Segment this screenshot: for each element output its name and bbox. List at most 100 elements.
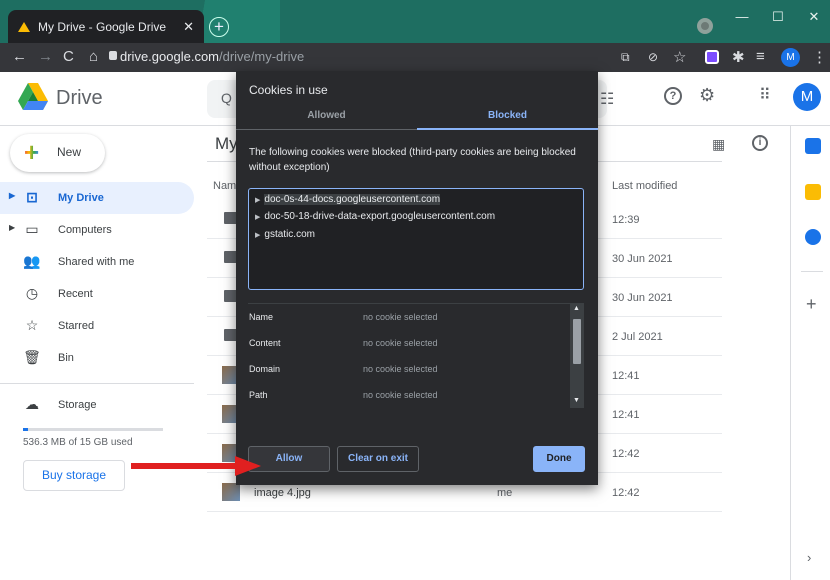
url-host: drive.google.com — [120, 49, 219, 64]
drive-logo-icon[interactable] — [18, 83, 48, 110]
tab-title: My Drive - Google Drive — [38, 19, 167, 34]
apps-grid-icon[interactable]: ⠿ — [759, 85, 771, 105]
cookie-blocked-icon[interactable]: ⊘ — [648, 50, 658, 64]
cookie-domain-item[interactable]: ▶ doc-50-18-drive-data-export.googleuserc… — [255, 211, 495, 222]
annotation-arrow — [131, 456, 261, 476]
done-button[interactable]: Done — [533, 446, 585, 472]
sidebar-item-label: Shared with me — [58, 256, 135, 268]
expand-arrow-icon[interactable]: ▶ — [9, 191, 15, 200]
clear-on-exit-button[interactable]: Clear on exit — [337, 446, 419, 472]
scroll-down-icon[interactable]: ▼ — [573, 397, 580, 404]
sidebar-item-storage[interactable]: ☁ Storage — [0, 389, 194, 421]
settings-gear-icon[interactable]: ⚙ — [699, 85, 715, 106]
side-panel-divider — [801, 271, 823, 272]
install-icon[interactable]: ⧉ — [621, 50, 630, 65]
chevron-right-icon[interactable]: › — [807, 550, 811, 565]
expand-triangle-icon[interactable]: ▶ — [255, 232, 260, 239]
file-modified: 12:42 — [612, 487, 640, 499]
image-thumbnail — [222, 483, 240, 501]
sidebar-item-label: Starred — [58, 320, 95, 332]
scrollbar-thumb[interactable] — [573, 319, 581, 364]
properties-scrollbar[interactable]: ▲ ▼ — [570, 304, 584, 408]
sidebar-item-label: Bin — [58, 352, 74, 364]
maximize-icon[interactable]: ☐ — [760, 6, 796, 28]
domain-label: gstatic.com — [264, 229, 315, 240]
drive-brand: Drive — [56, 87, 103, 109]
column-modified-header[interactable]: Last modified — [612, 180, 677, 192]
tab-blocked[interactable]: Blocked — [417, 102, 598, 130]
minimize-icon[interactable]: — — [724, 6, 760, 28]
tab-allowed[interactable]: Allowed — [236, 102, 417, 130]
menu-icon[interactable]: ⋮ — [812, 48, 827, 66]
property-value: no cookie selected — [363, 312, 438, 322]
account-avatar[interactable]: M — [793, 83, 821, 111]
sidebar-item-label: Computers — [58, 224, 112, 236]
sidebar-item-computers[interactable]: ▶ ▭ Computers — [0, 214, 194, 246]
page-title: My — [215, 134, 238, 153]
bookmark-star-icon[interactable]: ☆ — [673, 48, 686, 66]
lock-icon[interactable] — [109, 51, 117, 60]
grid-view-icon[interactable]: ▦ — [712, 136, 725, 153]
column-name-header[interactable]: Nam — [213, 180, 236, 192]
sidebar-item-bin[interactable]: 🗑 Bin — [0, 342, 194, 374]
sidebar-item-recent[interactable]: ◷ Recent — [0, 278, 194, 310]
close-tab-icon[interactable]: ✕ — [183, 19, 194, 35]
info-icon[interactable]: i — [752, 135, 768, 151]
address-bar[interactable]: drive.google.com/drive/my-drive — [120, 49, 304, 64]
back-icon[interactable]: ← — [12, 48, 27, 65]
plus-icon: + — [24, 137, 40, 167]
cookie-domain-item[interactable]: ▶ doc-0s-44-docs.googleusercontent.com — [255, 194, 441, 205]
new-button-label: New — [57, 145, 82, 159]
sidebar-item-starred[interactable]: ☆ Starred — [0, 310, 194, 342]
reload-icon[interactable]: C — [63, 48, 74, 65]
url-path: /drive/my-drive — [219, 49, 305, 64]
help-icon[interactable]: ? — [664, 87, 682, 105]
star-icon: ☆ — [25, 317, 39, 333]
extension-icon[interactable] — [705, 50, 719, 64]
dialog-description: The following cookies were blocked (thir… — [249, 147, 576, 173]
tasks-icon[interactable] — [805, 229, 821, 245]
cookie-domain-item[interactable]: ▶ gstatic.com — [255, 229, 315, 240]
clock-icon: ◷ — [25, 285, 39, 301]
sidebar-divider — [0, 383, 194, 384]
scroll-up-icon[interactable]: ▲ — [573, 305, 580, 312]
expand-triangle-icon[interactable]: ▶ — [255, 197, 260, 204]
browser-toolbar: ← → C ⌂ drive.google.com/drive/my-drive … — [0, 43, 830, 72]
expand-triangle-icon[interactable]: ▶ — [255, 214, 260, 221]
file-owner: me — [497, 487, 513, 499]
sidebar-item-my-drive[interactable]: ▶ ⊡ My Drive — [0, 182, 194, 214]
home-icon[interactable]: ⌂ — [89, 48, 98, 65]
side-panel: + › — [790, 126, 830, 580]
search-options-icon[interactable]: ☷ — [600, 89, 614, 109]
bin-icon: 🗑 — [23, 349, 41, 365]
buy-storage-button[interactable]: Buy storage — [23, 460, 125, 491]
keep-icon[interactable] — [805, 184, 821, 200]
browser-title-bar: My Drive - Google Drive ✕ + — ☐ ✕ — [0, 0, 830, 43]
browser-tab[interactable]: My Drive - Google Drive ✕ — [8, 10, 204, 43]
shared-icon: 👥 — [23, 253, 41, 269]
add-addon-icon[interactable]: + — [806, 294, 817, 315]
cookie-domain-tree[interactable]: ▶ doc-0s-44-docs.googleusercontent.com ▶ d… — [248, 188, 584, 290]
calendar-icon[interactable] — [805, 138, 821, 154]
sidebar-item-shared[interactable]: 👥 Shared with me — [0, 246, 194, 278]
storage-used-text: 536.3 MB of 15 GB used — [23, 437, 133, 448]
new-button[interactable]: + New — [10, 134, 105, 172]
media-icon[interactable] — [697, 18, 713, 34]
storage-progress-fill — [23, 428, 28, 431]
domain-label: doc-50-18-drive-data-export.googleuserco… — [264, 211, 496, 222]
property-value: no cookie selected — [363, 338, 438, 348]
reading-list-icon[interactable]: ≡ — [756, 48, 765, 65]
property-key: Domain — [249, 364, 281, 374]
sidebar-item-label: My Drive — [58, 192, 104, 204]
property-key: Content — [249, 338, 281, 348]
file-modified: 2 Jul 2021 — [612, 331, 663, 343]
profile-avatar[interactable]: M — [781, 48, 800, 67]
new-tab-button[interactable]: + — [209, 17, 229, 37]
expand-arrow-icon[interactable]: ▶ — [9, 223, 15, 232]
search-icon[interactable]: Q — [221, 90, 232, 106]
close-window-icon[interactable]: ✕ — [796, 6, 830, 28]
puzzle-icon[interactable]: ✱ — [732, 48, 745, 66]
forward-icon[interactable]: → — [38, 48, 53, 65]
file-modified: 30 Jun 2021 — [612, 253, 673, 265]
file-modified: 12:42 — [612, 448, 640, 460]
